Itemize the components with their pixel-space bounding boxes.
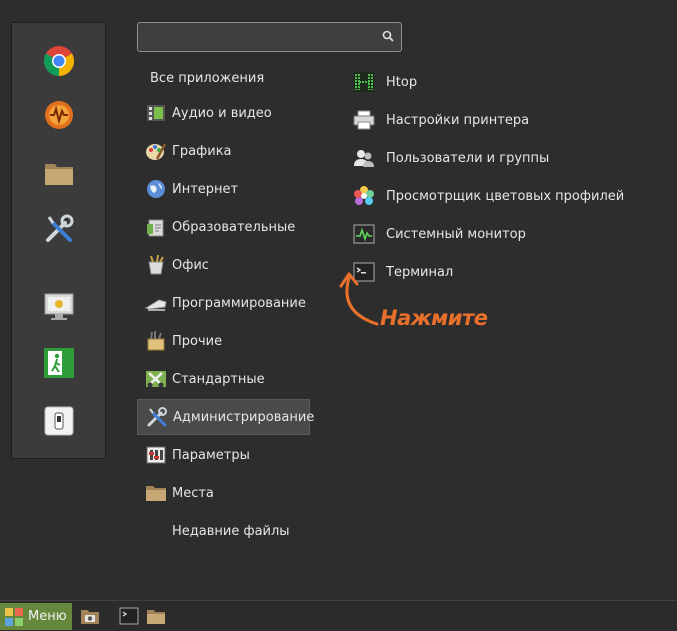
category-label: Параметры [172,447,250,463]
category-other[interactable]: Прочие [137,323,310,359]
htop-icon [352,70,376,94]
category-office[interactable]: Офис [137,247,310,283]
terminal-launcher-icon[interactable] [119,607,139,625]
menu-button-label: Меню [28,609,67,624]
annotation-text: Нажмите [380,306,488,330]
printer-icon [352,108,376,132]
category-recent-files[interactable]: Недавние файлы [137,513,310,549]
users-icon [352,146,376,170]
category-all-applications[interactable]: Все приложения [137,60,310,96]
app-label: Htop [386,74,418,90]
system-monitor-icon [352,222,376,246]
category-accessories[interactable]: Стандартные [137,361,310,397]
app-printer-settings[interactable]: Настройки принтера [352,104,529,136]
app-label: Системный монитор [386,226,526,242]
category-internet[interactable]: Интернет [137,171,310,207]
other-icon [145,330,167,352]
category-label: Офис [172,257,209,273]
taskbar: Меню [0,600,677,631]
mint-menu-icon [5,607,23,626]
category-label: Графика [172,143,232,159]
category-places[interactable]: Места [137,475,310,511]
search-icon [382,30,394,42]
favorites-sidebar [11,22,106,459]
category-label: Стандартные [172,371,265,387]
app-label: Пользователи и группы [386,150,550,166]
folder-icon[interactable] [41,155,77,191]
search-input[interactable] [137,22,402,52]
category-label: Образовательные [172,219,296,235]
office-icon [145,254,167,276]
app-label: Просмотрщик цветовых профилей [386,188,625,204]
category-settings[interactable]: Параметры [137,437,310,473]
programming-icon [145,292,167,314]
category-education[interactable]: Образовательные [137,209,310,245]
multimedia-icon [145,102,167,124]
graphics-icon [145,140,167,162]
category-label: Аудио и видео [172,105,272,121]
accessories-icon [145,368,167,390]
annotation-arrow [339,272,379,326]
app-htop[interactable]: Htop [352,66,417,98]
category-graphics[interactable]: Графика [137,133,310,169]
category-label: Места [172,485,214,501]
lock-screen-icon[interactable] [41,289,77,325]
app-label: Настройки принтера [386,112,530,128]
color-profile-icon [352,184,376,208]
tools-icon[interactable] [41,211,77,247]
places-folder-icon [145,482,167,504]
audio-player-icon[interactable] [41,97,77,133]
app-users-and-groups[interactable]: Пользователи и группы [352,142,549,174]
category-label: Интернет [172,181,239,197]
category-label: Программирование [172,295,306,311]
category-label: Администрирование [173,409,315,425]
settings-icon [145,444,167,466]
shutdown-icon[interactable] [41,403,77,439]
logout-icon[interactable] [41,345,77,381]
category-label: Все приложения [150,70,265,86]
internet-icon [145,178,167,200]
app-system-monitor[interactable]: Системный монитор [352,218,526,250]
category-label: Недавние файлы [172,523,290,539]
files-launcher-icon[interactable] [146,607,166,625]
chrome-icon[interactable] [41,43,77,79]
application-menu: Все приложения Аудио и видео Графика Инт… [0,0,677,600]
category-multimedia[interactable]: Аудио и видео [137,95,310,131]
education-icon [145,216,167,238]
category-administration[interactable]: Администрирование [137,399,314,435]
app-color-profile-viewer[interactable]: Просмотрщик цветовых профилей [352,180,624,212]
menu-button[interactable]: Меню [0,603,72,630]
administration-icon [146,406,168,428]
show-desktop-icon[interactable] [80,607,100,625]
category-label: Прочие [172,333,223,349]
category-programming[interactable]: Программирование [137,285,310,321]
